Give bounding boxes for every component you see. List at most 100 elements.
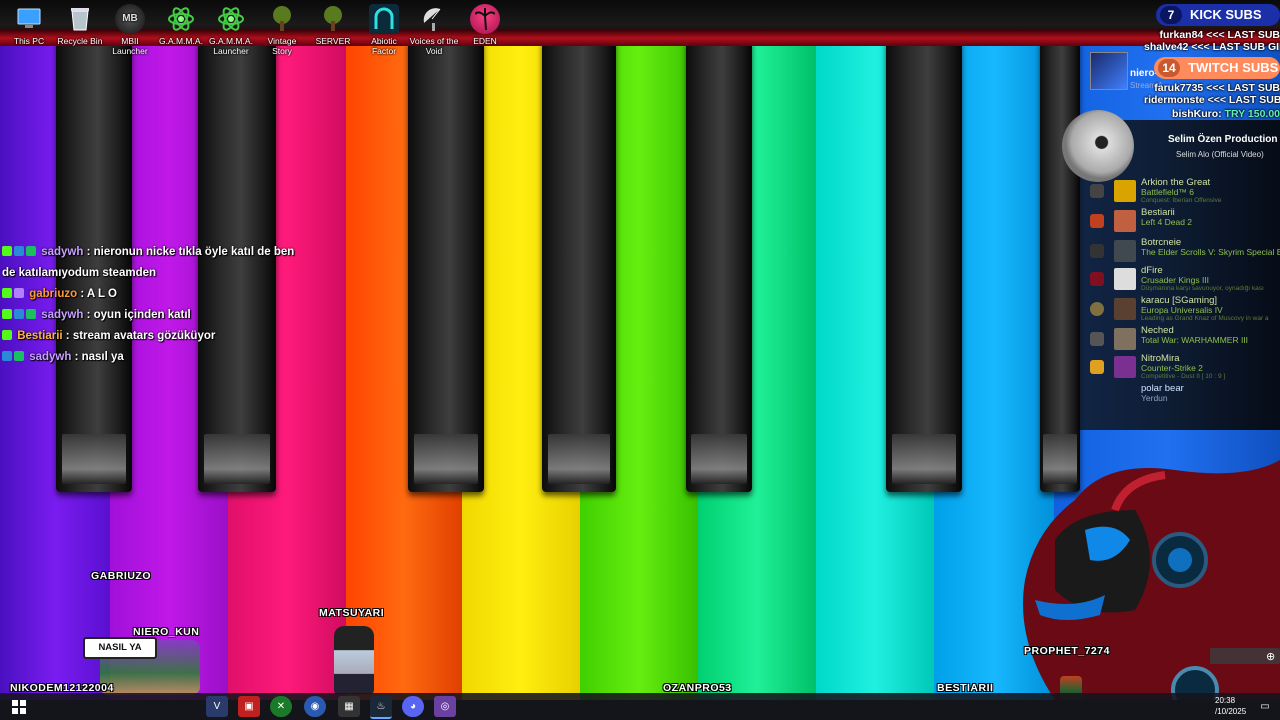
twitch-subs-count: 14 bbox=[1158, 59, 1180, 77]
twitch-last-sub: faruk7735 <<< LAST SUB bbox=[1154, 82, 1280, 94]
obs-icon[interactable]: ◎ bbox=[434, 696, 456, 717]
kick-last-gift: shalve42 <<< LAST SUB GIFT bbox=[1144, 41, 1280, 53]
satellite-dish-icon bbox=[419, 4, 449, 34]
chat-message: sadywh : nieronun nicke tıkla öyle katıl… bbox=[2, 242, 302, 284]
speech-bubble: NASIL YA bbox=[83, 637, 157, 659]
discord-icon[interactable]: ◕ bbox=[402, 696, 424, 717]
xbox-icon[interactable]: ✕ bbox=[270, 696, 292, 717]
moderator-badge-icon bbox=[14, 246, 24, 256]
chat-text: : nasıl ya bbox=[74, 351, 124, 363]
chat-username: Bestiarii bbox=[17, 330, 63, 342]
chat-username: sadywh bbox=[41, 309, 84, 321]
europa-universalis-game-icon bbox=[1090, 302, 1104, 316]
friend-row[interactable]: Botrcneie The Elder Scrolls V: Skyrim Sp… bbox=[1086, 238, 1280, 264]
desktop-icon-recycle-bin[interactable]: Recycle Bin bbox=[55, 4, 105, 46]
friend-row[interactable]: Arkion the Great Battlefield™ 6 Conquest… bbox=[1086, 178, 1280, 204]
twitch-last-gift: ridermonste <<< LAST SUB GIFT bbox=[1144, 94, 1280, 106]
vscode-icon[interactable]: V bbox=[206, 696, 228, 717]
warhammer-game-icon bbox=[1090, 332, 1104, 346]
windows-start-icon[interactable] bbox=[8, 696, 30, 717]
piano-black-key bbox=[408, 40, 484, 492]
moderator-badge-icon bbox=[2, 351, 12, 361]
vinyl-record-icon bbox=[1062, 110, 1134, 182]
kick-badge-icon bbox=[2, 246, 12, 256]
add-icon[interactable]: ⊕ bbox=[1266, 650, 1275, 663]
gamma-atom-icon bbox=[166, 4, 196, 34]
desktop-icon-gamma[interactable]: G.A.M.M.A. bbox=[156, 4, 206, 46]
notification-icon[interactable]: ▭ bbox=[1254, 696, 1276, 717]
stage-username: NIERO_KUN bbox=[133, 626, 200, 638]
steam-icon[interactable]: ♨ bbox=[370, 696, 392, 719]
now-playing-title: Selim Alo (Official Video) bbox=[1176, 150, 1264, 159]
sub-badge-icon bbox=[14, 351, 24, 361]
stage-username: MATSUYARI bbox=[319, 607, 385, 619]
stream-chat: sadywh : nieronun nicke tıkla öyle katıl… bbox=[2, 242, 302, 368]
gamma-launcher-icon bbox=[216, 4, 246, 34]
vintage-story-tree-icon bbox=[267, 4, 297, 34]
kick-last-sub: furkan84 <<< LAST SUB bbox=[1159, 29, 1280, 41]
moderator-badge-icon bbox=[14, 309, 24, 319]
media-app-icon[interactable]: ▣ bbox=[238, 696, 260, 717]
desktop-icon-this-pc[interactable]: This PC bbox=[4, 4, 54, 46]
friends-activity-panel: niero-K Stream A Selim Özen Production S… bbox=[1062, 52, 1280, 430]
friend-row[interactable]: Neched Total War: WARHAMMER III bbox=[1086, 326, 1280, 352]
desktop-icon-server[interactable]: SERVER bbox=[308, 4, 358, 46]
twitch-subs-label: TWITCH SUBS bbox=[1188, 60, 1279, 75]
taskbar-clock[interactable]: 20:38 /10/2025 bbox=[1215, 695, 1246, 717]
counter-strike-game-icon bbox=[1090, 360, 1104, 374]
desktop-icon-eden[interactable]: EDEN bbox=[460, 4, 510, 46]
chat-message: sadywh : oyun içinden katıl bbox=[2, 305, 302, 326]
computer-icon bbox=[14, 4, 44, 34]
chat-text: : A L O bbox=[80, 288, 117, 300]
sub-badge-icon bbox=[26, 246, 36, 256]
mbii-launcher-icon: MB bbox=[115, 4, 145, 34]
friend-avatar bbox=[1114, 328, 1136, 350]
taskbar: V ▣ ✕ ◉ ▦ ♨ ◕ ◎ 20:38 /10/2025 ▭ bbox=[0, 693, 1280, 720]
stream-alert-avatar bbox=[1090, 52, 1128, 90]
palm-tree-icon bbox=[470, 4, 500, 34]
browser-icon[interactable]: ◉ bbox=[304, 696, 326, 717]
left4dead-game-icon bbox=[1090, 214, 1104, 228]
chat-username: sadywh bbox=[41, 246, 84, 258]
sub-badge-icon bbox=[14, 288, 24, 298]
friend-avatar bbox=[1114, 268, 1136, 290]
desktop-icon-gamma-launcher[interactable]: G.A.M.M.A. Launcher bbox=[206, 4, 256, 56]
piano-black-key bbox=[686, 40, 752, 492]
friend-avatar bbox=[1114, 240, 1136, 262]
chat-message: sadywh : nasıl ya bbox=[2, 347, 302, 368]
skyrim-game-icon bbox=[1090, 244, 1104, 258]
kick-subs-label: KICK SUBS bbox=[1190, 7, 1262, 22]
battlefield-game-icon bbox=[1090, 184, 1104, 198]
kick-subs-header: 7 KICK SUBS bbox=[1156, 4, 1280, 26]
subs-widget: 7 KICK SUBS furkan84 <<< LAST SUB shalve… bbox=[1144, 4, 1280, 120]
kick-badge-icon bbox=[2, 288, 12, 298]
friend-row[interactable]: Bestiarii Left 4 Dead 2 bbox=[1086, 208, 1280, 234]
tip-line: bishKuro: TRY 150.00 bbox=[1172, 108, 1280, 120]
abiotic-factor-icon bbox=[369, 4, 399, 34]
app-icon[interactable]: ▦ bbox=[338, 696, 360, 717]
kick-badge-icon bbox=[2, 309, 12, 319]
desktop-icon-vintage-story[interactable]: Vintage Story bbox=[257, 4, 307, 56]
chat-text: : oyun içinden katıl bbox=[86, 309, 191, 321]
piano-black-key bbox=[542, 40, 616, 492]
friend-avatar bbox=[1114, 180, 1136, 202]
stage-username: PROPHET_7274 bbox=[1024, 645, 1110, 657]
chat-text: : stream avatars gözüküyor bbox=[65, 330, 216, 342]
sub-badge-icon bbox=[26, 309, 36, 319]
chat-username: sadywh bbox=[29, 351, 72, 363]
desktop-icon-mbii-launcher[interactable]: MB MBII Launcher bbox=[105, 4, 155, 56]
desktop-icon-abiotic-factor[interactable]: Abiotic Factor bbox=[359, 4, 409, 56]
stream-avatar-character bbox=[334, 626, 374, 694]
friend-avatar bbox=[1114, 298, 1136, 320]
desktop-icon-voices-of-the-void[interactable]: Voices of the Void bbox=[409, 4, 459, 56]
friend-row[interactable]: karacu [SGaming] Europa Universalis IV L… bbox=[1086, 296, 1280, 322]
chat-message: Bestiarii : stream avatars gözüküyor bbox=[2, 326, 302, 347]
friend-avatar bbox=[1114, 356, 1136, 378]
server-tree-icon bbox=[318, 4, 348, 34]
twitch-subs-header: 14 TWITCH SUBS bbox=[1154, 57, 1280, 79]
friend-row[interactable]: NitroMira Counter-Strike 2 Competitive -… bbox=[1086, 354, 1280, 380]
friend-row[interactable]: dFire Crusader Kings III Düşmanına karşı… bbox=[1086, 266, 1280, 292]
chat-message: gabriuzo : A L O bbox=[2, 284, 302, 305]
recycle-bin-icon bbox=[65, 4, 95, 34]
kick-badge-icon bbox=[2, 330, 12, 340]
